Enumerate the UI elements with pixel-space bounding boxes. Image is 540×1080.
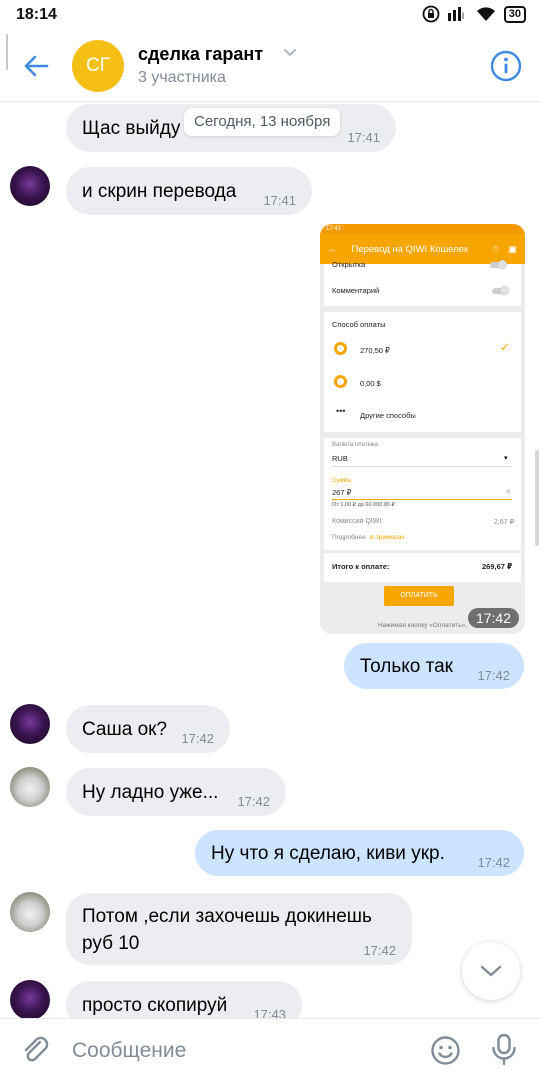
message-bubble[interactable]: Потом ,если захочешь докинешь руб 10 17:… <box>66 893 412 965</box>
emoji-icon[interactable] <box>430 1035 461 1066</box>
scroll-down-button[interactable] <box>462 942 520 1000</box>
shot-star-icon: ☆ <box>491 243 501 255</box>
svg-text:l: l <box>462 11 464 21</box>
shot-share-icon: ▣ <box>508 243 517 255</box>
status-bar: 18:14 l 30 <box>0 0 540 30</box>
status-icons: l 30 <box>422 5 526 23</box>
chat-header: СГ сделка гарант 3 участника <box>0 30 540 102</box>
message-bubble[interactable]: просто скопируй 17:43 <box>66 981 302 1018</box>
chevron-down-icon[interactable] <box>283 48 297 58</box>
avatar[interactable] <box>10 892 50 932</box>
microphone-icon[interactable] <box>490 1033 518 1067</box>
shot-back-icon: ← <box>328 243 338 255</box>
chat-participants: 3 участника <box>138 69 226 86</box>
scrollbar[interactable] <box>535 450 539 546</box>
more-dots-icon: ••• <box>336 406 346 416</box>
message-text: Щас выйду <box>82 118 181 139</box>
message-bubble[interactable]: Только так 17:42 <box>344 643 524 689</box>
shot-options-card: Открытка Комментарий <box>324 260 521 306</box>
message-text: Потом ,если захочешь докинешь <box>82 906 372 927</box>
chat-title[interactable]: сделка гарант <box>138 44 263 65</box>
shot-amount-value: 267 ₽ <box>332 488 352 497</box>
message-list[interactable]: Щас выйду 17:41 Сегодня, 13 ноября и скр… <box>0 102 540 1018</box>
shot-fee-value: 2,67 ₽ <box>494 519 515 526</box>
shot-amount-label: Сумма <box>332 478 351 484</box>
avatar[interactable] <box>10 980 50 1018</box>
message-time: 17:41 <box>263 193 296 208</box>
check-icon: ✓ <box>500 340 511 354</box>
wifi-icon <box>476 7 495 21</box>
qiwi-logo-icon <box>334 375 347 388</box>
chevron-down-icon <box>480 965 502 977</box>
shot-divider <box>332 466 512 467</box>
message-time: 17:42 <box>181 731 214 746</box>
status-time: 18:14 <box>16 6 57 23</box>
message-input[interactable]: Сообщение <box>72 1039 186 1063</box>
shot-amount-underline <box>332 499 512 500</box>
message-time: 17:42 <box>477 668 510 683</box>
signal-icon: l <box>447 7 464 21</box>
message-text: просто скопируй <box>82 995 228 1016</box>
shot-dropdown-icon: ▾ <box>504 455 508 462</box>
lock-rotation-icon <box>422 5 440 23</box>
message-text: Ну что я сделаю, киви укр. <box>211 843 445 864</box>
shot-details-label: Подробнее <box>332 534 366 541</box>
message-time: 17:42 <box>237 794 270 809</box>
shot-total-label: Итого к оплате: <box>332 562 390 571</box>
message-time: 17:43 <box>253 1007 286 1018</box>
message-text: и скрин перевода <box>82 181 237 202</box>
shot-title: Перевод на QIWI Кошелек <box>351 243 469 255</box>
shot-method: 270,50 ₽ <box>360 346 390 355</box>
avatar[interactable] <box>10 166 50 206</box>
shot-pay-button: ОПЛАТИТЬ <box>384 586 454 606</box>
shot-toggle <box>490 260 507 269</box>
message-bubble[interactable]: Ну что я сделаю, киви укр. 17:42 <box>195 830 524 876</box>
message-time: 17:42 <box>477 855 510 870</box>
shot-total-value: 269,67 ₽ <box>482 562 513 571</box>
shot-currency-value: RUB <box>332 454 348 463</box>
shot-status-bar: 17:42 <box>320 224 525 234</box>
shot-toggle <box>492 286 509 295</box>
shot-details-link: в примерах <box>370 534 405 541</box>
photo-message[interactable]: 17:42 ← Перевод на QIWI Кошелек ☆ ▣ Откр… <box>320 224 525 634</box>
message-bubble[interactable]: и скрин перевода 17:41 <box>66 167 312 215</box>
arrow-left-icon <box>24 55 49 77</box>
shot-row-comment: Комментарий <box>332 286 380 295</box>
attach-icon[interactable] <box>20 1034 52 1066</box>
chat-avatar[interactable]: СГ <box>72 40 124 92</box>
avatar[interactable] <box>10 767 50 807</box>
message-time: 17:42 <box>467 608 519 628</box>
message-composer: Сообщение <box>0 1018 540 1080</box>
message-text: Только так <box>360 656 453 677</box>
message-text: руб 10 <box>82 933 140 954</box>
shot-divider <box>324 550 521 553</box>
shot-payment-card: Способ оплаты 270,50 ₽ ✓ 0,00 $ ••• Друг… <box>324 312 521 432</box>
shot-amount-hint: От 1,00 ₽ до 60 000,00 ₽ <box>332 502 395 508</box>
header-edge-marker <box>6 34 8 70</box>
battery-icon: 30 <box>503 5 526 23</box>
shot-row-open: Открытка <box>332 260 366 269</box>
info-icon[interactable] <box>489 49 523 83</box>
message-bubble[interactable]: Саша ок? 17:42 <box>66 705 230 753</box>
back-button[interactable] <box>18 48 54 84</box>
avatar[interactable] <box>10 704 50 744</box>
message-time: 17:41 <box>347 130 380 145</box>
message-time: 17:42 <box>363 943 396 958</box>
shot-currency-label: Валюта платежа <box>332 442 379 448</box>
shot-fee-label: Комиссия QIWI: <box>332 518 384 525</box>
message-bubble[interactable]: Ну ладно уже... 17:42 <box>66 768 286 816</box>
shot-method: Другие способы <box>360 411 416 420</box>
shot-amount-card: Валюта платежа RUB ▾ Сумма 267 ₽ × От 1,… <box>324 438 521 582</box>
message-text: Саша ок? <box>82 719 168 740</box>
message-text: Ну ладно уже... <box>82 782 219 803</box>
qiwi-logo-icon <box>334 342 347 355</box>
shot-clear-icon: × <box>506 487 511 496</box>
date-divider: Сегодня, 13 ноября <box>184 108 341 136</box>
shot-method: 0,00 $ <box>360 379 381 388</box>
shot-pay-title: Способ оплаты <box>332 320 386 329</box>
